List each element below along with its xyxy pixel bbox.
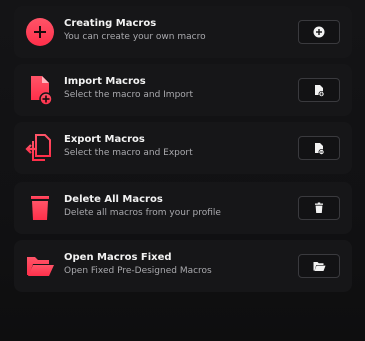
create-macro-button[interactable] bbox=[298, 20, 340, 44]
export-macros-subtitle: Select the macro and Export bbox=[64, 148, 193, 158]
plus-circle-icon bbox=[24, 16, 56, 48]
macros-panel: Creating Macros You can create your own … bbox=[0, 0, 365, 341]
delete-all-macros-row: Delete All Macros Delete all macros from… bbox=[14, 182, 352, 234]
file-minus-icon bbox=[315, 142, 325, 155]
open-macros-fixed-title: Open Macros Fixed bbox=[64, 252, 172, 263]
file-import-icon bbox=[24, 74, 56, 106]
folder-open-icon bbox=[24, 250, 56, 282]
import-macro-button[interactable] bbox=[298, 78, 340, 102]
export-macros-row: Export Macros Select the macro and Expor… bbox=[14, 122, 352, 174]
delete-all-macros-button[interactable] bbox=[298, 196, 340, 220]
creating-macros-row: Creating Macros You can create your own … bbox=[14, 6, 352, 58]
import-macros-row: Import Macros Select the macro and Impor… bbox=[14, 64, 352, 116]
folder-open-icon bbox=[313, 261, 325, 271]
creating-macros-title: Creating Macros bbox=[64, 18, 157, 29]
export-macros-title: Export Macros bbox=[64, 134, 145, 145]
plus-circle-icon bbox=[313, 26, 325, 38]
import-macros-subtitle: Select the macro and Import bbox=[64, 90, 194, 100]
creating-macros-subtitle: You can create your own macro bbox=[64, 32, 206, 42]
open-fixed-macros-button[interactable] bbox=[298, 254, 340, 278]
file-plus-icon bbox=[315, 84, 325, 97]
delete-all-macros-title: Delete All Macros bbox=[64, 194, 163, 205]
export-macro-button[interactable] bbox=[298, 136, 340, 160]
trash-icon bbox=[315, 202, 323, 213]
open-macros-fixed-row: Open Macros Fixed Open Fixed Pre-Designe… bbox=[14, 240, 352, 292]
trash-icon bbox=[24, 192, 56, 224]
open-macros-fixed-subtitle: Open Fixed Pre-Designed Macros bbox=[64, 266, 212, 276]
delete-all-macros-subtitle: Delete all macros from your profile bbox=[64, 208, 221, 218]
file-export-icon bbox=[24, 132, 56, 164]
import-macros-title: Import Macros bbox=[64, 76, 146, 87]
